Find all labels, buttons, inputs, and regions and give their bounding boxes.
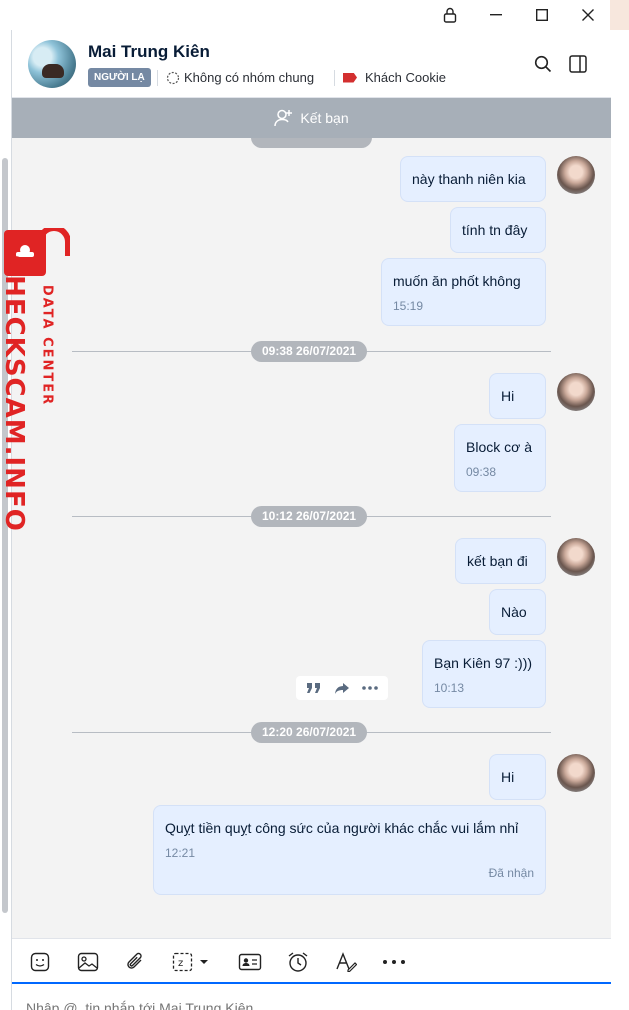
contact-tag[interactable]: Khách Cookie: [343, 68, 446, 87]
watermark-line2: DATA CENTER: [39, 284, 55, 407]
maximize-icon[interactable]: [519, 0, 565, 30]
forward-icon[interactable]: [334, 682, 350, 695]
sidebar-toggle-icon[interactable]: [564, 50, 592, 78]
watermark-line1: CHECKSCAM.INFO: [0, 255, 29, 532]
message-bubble[interactable]: này thanh niên kia: [400, 156, 546, 202]
message-time: 15:19: [393, 299, 424, 313]
message-text: Block cơ à: [466, 439, 532, 455]
my-avatar[interactable]: [557, 373, 595, 411]
message-time: 09:38: [466, 465, 497, 479]
my-avatar[interactable]: [557, 538, 595, 576]
stranger-badge: NGƯỜI LẠ: [88, 68, 151, 87]
message-time: 10:13: [434, 681, 465, 695]
message-text: Hi: [501, 769, 515, 785]
right-panel-edge: [611, 30, 629, 1010]
contact-avatar[interactable]: [28, 40, 76, 88]
message-bubble[interactable]: tính tn đây: [450, 207, 546, 253]
message-bubble[interactable]: Quỵt tiền quỵt công sức của người khác c…: [153, 805, 546, 895]
date-divider: 12:20 26/07/2021: [251, 722, 368, 743]
divider: [157, 70, 158, 86]
format-text-icon[interactable]: [332, 949, 360, 975]
message-text: Bạn Kiên 97 :))): [434, 655, 533, 671]
message-text: Hi: [501, 388, 515, 404]
search-icon[interactable]: [529, 50, 557, 78]
message-list[interactable]: này thanh niên kia tính tn đây muốn ăn p…: [12, 138, 611, 938]
message-text: Nào: [501, 604, 527, 620]
message-bubble[interactable]: Block cơ à 09:38: [454, 424, 546, 492]
common-groups-label: Không có nhóm chung: [184, 70, 315, 85]
chat-header: Mai Trung Kiên NGƯỜI LẠ Không có nhóm ch…: [12, 30, 611, 98]
message-bubble[interactable]: kết bạn đi: [455, 538, 546, 584]
message-text: Quỵt tiền quỵt công sức của người khác c…: [165, 820, 519, 836]
delivery-status: Đã nhận: [488, 866, 534, 880]
message-bubble[interactable]: Nào: [489, 589, 546, 635]
composer: [12, 984, 611, 1010]
minimize-icon[interactable]: [473, 0, 519, 30]
screenshot-icon[interactable]: z: [170, 949, 214, 975]
message-text: tính tn đây: [462, 222, 528, 238]
contact-tag-label: Khách Cookie: [365, 70, 446, 85]
window-titlebar: [0, 0, 629, 30]
my-avatar[interactable]: [557, 156, 595, 194]
close-icon[interactable]: [565, 0, 611, 30]
group-icon: [166, 71, 180, 84]
watermark: CHECKSCAM.INFO DATA CENTER: [0, 228, 70, 538]
my-avatar[interactable]: [557, 754, 595, 792]
message-text: muốn ăn phốt không: [393, 273, 521, 289]
message-bubble[interactable]: Bạn Kiên 97 :))) 10:13: [422, 640, 546, 708]
svg-text:z: z: [178, 958, 183, 969]
attachment-icon[interactable]: [122, 949, 150, 975]
message-text: này thanh niên kia: [412, 171, 526, 187]
add-user-icon: [274, 109, 293, 127]
lock-icon[interactable]: [427, 0, 473, 30]
tag-icon: [343, 72, 357, 83]
message-bubble[interactable]: muốn ăn phốt không 15:19: [381, 258, 546, 326]
date-divider: 10:12 26/07/2021: [251, 506, 368, 527]
contact-card-icon[interactable]: [236, 949, 264, 975]
more-tools-icon[interactable]: [380, 949, 408, 975]
background-window-strip: [610, 0, 629, 30]
time-divider-partial: [251, 138, 372, 148]
add-friend-label: Kết bạn: [300, 110, 349, 126]
composer-toolbar: z: [12, 938, 611, 984]
quote-reply-icon[interactable]: [306, 682, 322, 694]
message-actions: [296, 676, 388, 700]
sticker-icon[interactable]: [26, 949, 54, 975]
divider: [334, 70, 335, 86]
common-groups[interactable]: Không có nhóm chung: [166, 68, 314, 87]
message-bubble[interactable]: Hi: [489, 373, 546, 419]
message-input[interactable]: [26, 998, 416, 1010]
more-options-icon[interactable]: [362, 686, 378, 690]
message-time: 12:21: [165, 846, 196, 860]
date-divider: 09:38 26/07/2021: [251, 341, 368, 362]
message-text: kết bạn đi: [467, 553, 528, 569]
reminder-icon[interactable]: [284, 949, 312, 975]
message-bubble[interactable]: Hi: [489, 754, 546, 800]
contact-name[interactable]: Mai Trung Kiên: [88, 42, 210, 62]
add-friend-button[interactable]: Kết bạn: [12, 98, 611, 138]
image-icon[interactable]: [74, 949, 102, 975]
